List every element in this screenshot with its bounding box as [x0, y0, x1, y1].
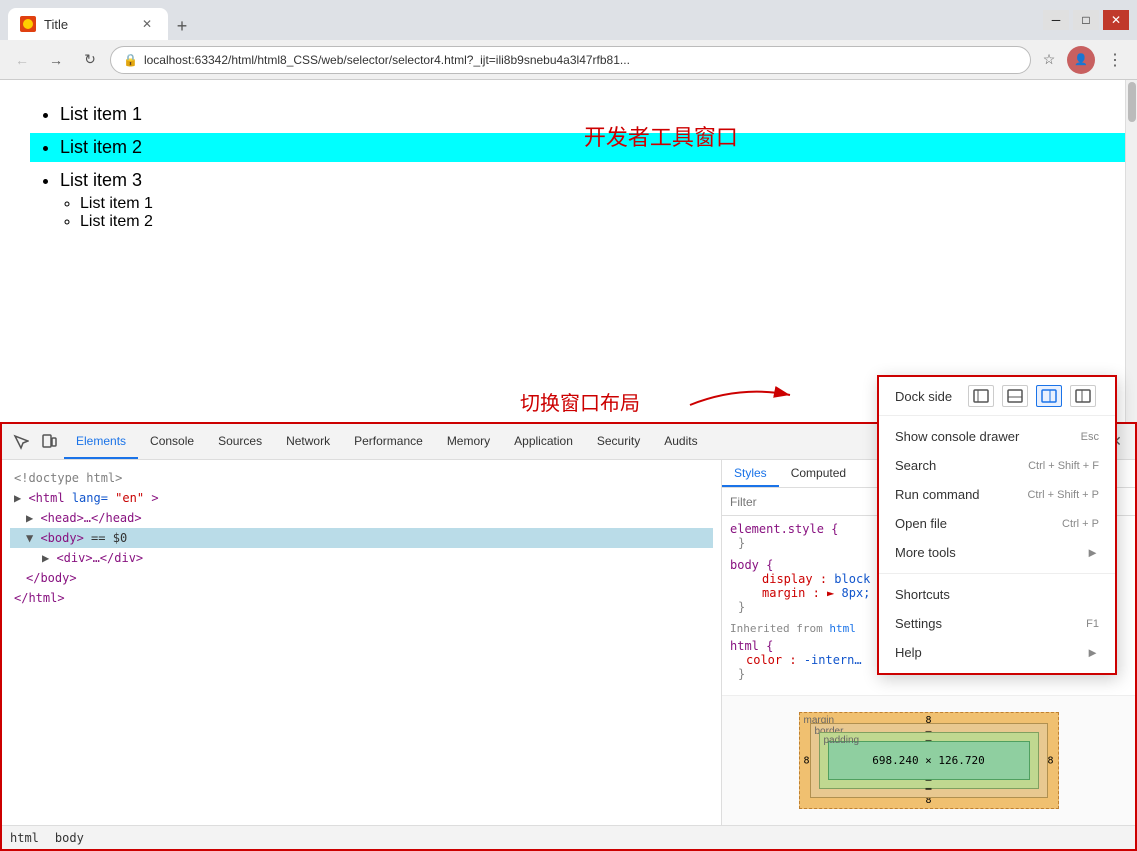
status-body[interactable]: body	[55, 831, 84, 845]
padding-label: padding	[824, 735, 860, 746]
status-bar: html body	[2, 825, 1135, 849]
close-button[interactable]: ✕	[1103, 10, 1129, 30]
status-html[interactable]: html	[10, 831, 39, 845]
tab-area: Title ✕ +	[8, 0, 1039, 40]
menu-help[interactable]: Help ►	[879, 638, 1115, 667]
tab-application[interactable]: Application	[502, 424, 585, 459]
context-menu: Dock side Show console drawer Esc	[877, 375, 1117, 675]
avatar-button[interactable]: 👤	[1067, 46, 1095, 74]
html-html-close[interactable]: </html>	[10, 588, 713, 608]
dock-bottom-button[interactable]	[1002, 385, 1028, 407]
browser-window: Title ✕ + ─ □ ✕ ← → ↻ 🔒 localhost:63342/…	[0, 0, 1137, 851]
tab-performance[interactable]: Performance	[342, 424, 435, 459]
menu-section-1: Show console drawer Esc Search Ctrl + Sh…	[879, 416, 1115, 574]
html-div[interactable]: ▶ <div>…</div>	[10, 548, 713, 568]
tab-close-button[interactable]: ✕	[138, 15, 156, 33]
dock-right-button[interactable]	[1036, 385, 1062, 407]
menu-show-console[interactable]: Show console drawer Esc	[879, 422, 1115, 451]
page-body: List item 1 List item 2 List item 3 List…	[0, 80, 1137, 422]
device-toolbar-button[interactable]	[36, 429, 62, 455]
tab-network[interactable]: Network	[274, 424, 342, 459]
menu-section-2: Shortcuts Settings F1 Help ►	[879, 574, 1115, 673]
tab-memory[interactable]: Memory	[435, 424, 502, 459]
maximize-button[interactable]: □	[1073, 10, 1099, 30]
main-list: List item 1 List item 2 List item 3	[30, 100, 1107, 195]
margin-box: 8 8 8 8 margin border –	[799, 712, 1059, 809]
styles-tab[interactable]: Styles	[722, 460, 779, 487]
box-model-area: 8 8 8 8 margin border –	[722, 695, 1135, 825]
address-bar: ← → ↻ 🔒 localhost:63342/html/html8_CSS/w…	[0, 40, 1137, 80]
dock-side-label: Dock side	[895, 389, 952, 404]
padding-top-value: –	[925, 735, 931, 746]
tab-sources[interactable]: Sources	[206, 424, 274, 459]
menu-search[interactable]: Search Ctrl + Shift + F	[879, 451, 1115, 480]
html-tag[interactable]: ▶ <html lang= "en" >	[10, 488, 713, 508]
window-controls: ─ □ ✕	[1043, 10, 1129, 30]
dock-side-section: Dock side	[879, 377, 1115, 416]
padding-box: padding – 698.240 × 126.720 –	[819, 732, 1039, 789]
sub-item-2: List item 2	[80, 213, 1107, 231]
back-button[interactable]: ←	[8, 46, 36, 74]
dock-undock-button[interactable]	[968, 385, 994, 407]
tab-security[interactable]: Security	[585, 424, 652, 459]
html-doctype: <!doctype html>	[10, 468, 713, 488]
tab-title: Title	[44, 17, 130, 32]
html-body[interactable]: ▼ <body> == $0	[10, 528, 713, 548]
menu-shortcuts[interactable]: Shortcuts	[879, 580, 1115, 609]
box-model-diagram: 8 8 8 8 margin border –	[799, 712, 1059, 809]
forward-button[interactable]: →	[42, 46, 70, 74]
inherited-link[interactable]: html	[829, 622, 856, 635]
url-text: localhost:63342/html/html8_CSS/web/selec…	[144, 53, 1018, 67]
security-icon: 🔒	[123, 53, 138, 67]
menu-settings[interactable]: Settings F1	[879, 609, 1115, 638]
scrollbar-thumb	[1128, 82, 1136, 122]
html-body-close[interactable]: </body>	[10, 568, 713, 588]
html-head[interactable]: ▶ <head>…</head>	[10, 508, 713, 528]
browser-menu-button[interactable]: ⋮	[1101, 46, 1129, 74]
html-tree-panel: <!doctype html> ▶ <html lang= "en" > ▶ <…	[2, 460, 722, 825]
sub-list: List item 1 List item 2	[30, 195, 1107, 231]
page-content: List item 1 List item 2 List item 3 List…	[0, 80, 1137, 422]
margin-right-value: 8	[1047, 755, 1053, 766]
menu-more-tools[interactable]: More tools ►	[879, 538, 1115, 567]
browser-tab[interactable]: Title ✕	[8, 8, 168, 40]
dock-left-button[interactable]	[1070, 385, 1096, 407]
page-scrollbar[interactable]	[1125, 80, 1137, 422]
title-bar: Title ✕ + ─ □ ✕	[0, 0, 1137, 40]
tab-elements[interactable]: Elements	[64, 424, 138, 459]
list-item-3: List item 3	[60, 166, 1107, 195]
sub-item-1: List item 1	[80, 195, 1107, 213]
menu-run-command[interactable]: Run command Ctrl + Shift + P	[879, 480, 1115, 509]
url-bar[interactable]: 🔒 localhost:63342/html/html8_CSS/web/sel…	[110, 46, 1031, 74]
tab-favicon	[20, 16, 36, 32]
tab-favicon-inner	[23, 19, 33, 29]
bookmark-button[interactable]: ☆	[1037, 48, 1061, 72]
computed-tab[interactable]: Computed	[779, 460, 858, 487]
tab-console[interactable]: Console	[138, 424, 206, 459]
margin-bottom-inner: –	[925, 783, 931, 794]
reload-button[interactable]: ↻	[76, 46, 104, 74]
element-picker-button[interactable]	[8, 429, 34, 455]
tab-audits[interactable]: Audits	[652, 424, 709, 459]
content-size: 698.240 × 126.720	[872, 754, 985, 767]
menu-open-file[interactable]: Open file Ctrl + P	[879, 509, 1115, 538]
minimize-button[interactable]: ─	[1043, 10, 1069, 30]
new-tab-button[interactable]: +	[168, 12, 196, 40]
dev-tools-label: 开发者工具窗口	[584, 120, 738, 152]
